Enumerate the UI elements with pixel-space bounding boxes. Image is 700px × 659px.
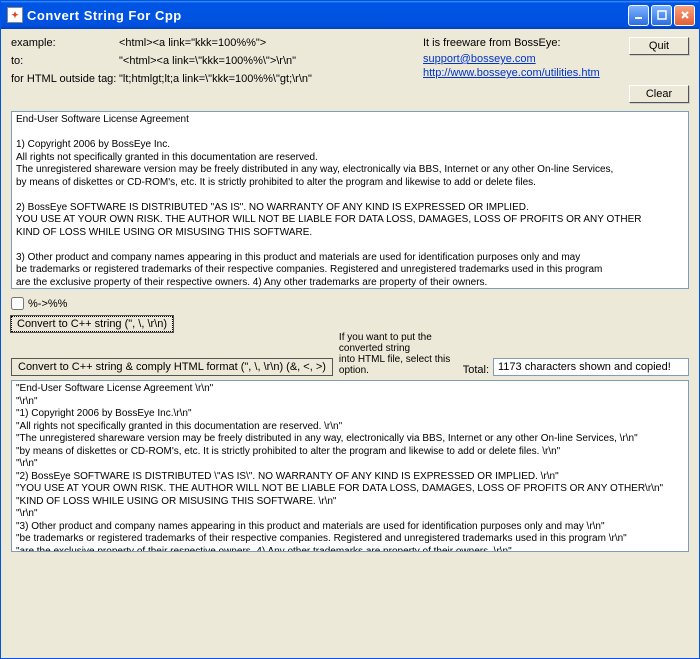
top-row: example: <html><a link="kkk=100%%"> to: …: [11, 37, 689, 107]
titlebar: ✦ Convert String For Cpp: [1, 1, 699, 29]
content-area: example: <html><a link="kkk=100%%"> to: …: [1, 29, 699, 658]
convert-cpp-button[interactable]: Convert to C++ string (", \, \r\n): [11, 316, 173, 332]
freeware-text: It is freeware from BossEye:: [423, 37, 617, 49]
total-value: 1173 characters shown and copied!: [498, 361, 671, 373]
utilities-link[interactable]: http://www.bosseye.com/utilities.htm: [423, 67, 617, 79]
input-textarea[interactable]: [11, 111, 689, 289]
example-row-1: example: <html><a link="kkk=100%%">: [11, 37, 417, 49]
button-column: Quit Clear: [617, 37, 689, 107]
convert-row-2: Convert to C++ string & comply HTML form…: [11, 332, 689, 376]
convert-row-1: Convert to C++ string (", \, \r\n): [11, 316, 689, 332]
example-row-3: for HTML outside tag: "lt;htmlgt;lt;a li…: [11, 73, 417, 85]
window-buttons: [628, 5, 695, 26]
hint-text: If you want to put the converted string …: [339, 332, 463, 376]
window-title: Convert String For Cpp: [27, 8, 628, 23]
example-value-1: <html><a link="kkk=100%%">: [119, 37, 266, 49]
total-label: Total:: [463, 364, 489, 376]
quit-button[interactable]: Quit: [629, 37, 689, 55]
clear-button[interactable]: Clear: [629, 85, 689, 103]
to-label: to:: [11, 55, 119, 67]
percent-checkbox-label: %->%%: [28, 298, 67, 310]
example-label: example:: [11, 37, 119, 49]
example-value-2: "<html><a link=\"kkk=100%%\">\r\n": [119, 55, 296, 67]
example-row-2: to: "<html><a link=\"kkk=100%%\">\r\n": [11, 55, 417, 67]
output-textarea[interactable]: [11, 380, 689, 552]
app-icon: ✦: [7, 7, 23, 23]
minimize-button[interactable]: [628, 5, 649, 26]
html-outside-label: for HTML outside tag:: [11, 73, 119, 85]
percent-checkbox[interactable]: [11, 297, 24, 310]
example-value-3: "lt;htmlgt;lt;a link=\"kkk=100%%\"gt;\r\…: [119, 73, 312, 85]
close-button[interactable]: [674, 5, 695, 26]
checkbox-row: %->%%: [11, 297, 689, 310]
maximize-button[interactable]: [651, 5, 672, 26]
convert-html-button[interactable]: Convert to C++ string & comply HTML form…: [11, 358, 333, 376]
support-link[interactable]: support@bosseye.com: [423, 53, 617, 65]
examples-column: example: <html><a link="kkk=100%%"> to: …: [11, 37, 417, 107]
app-window: ✦ Convert String For Cpp example: <html>…: [0, 0, 700, 659]
right-column: It is freeware from BossEye: support@bos…: [417, 37, 617, 107]
total-output: 1173 characters shown and copied!: [493, 358, 689, 376]
